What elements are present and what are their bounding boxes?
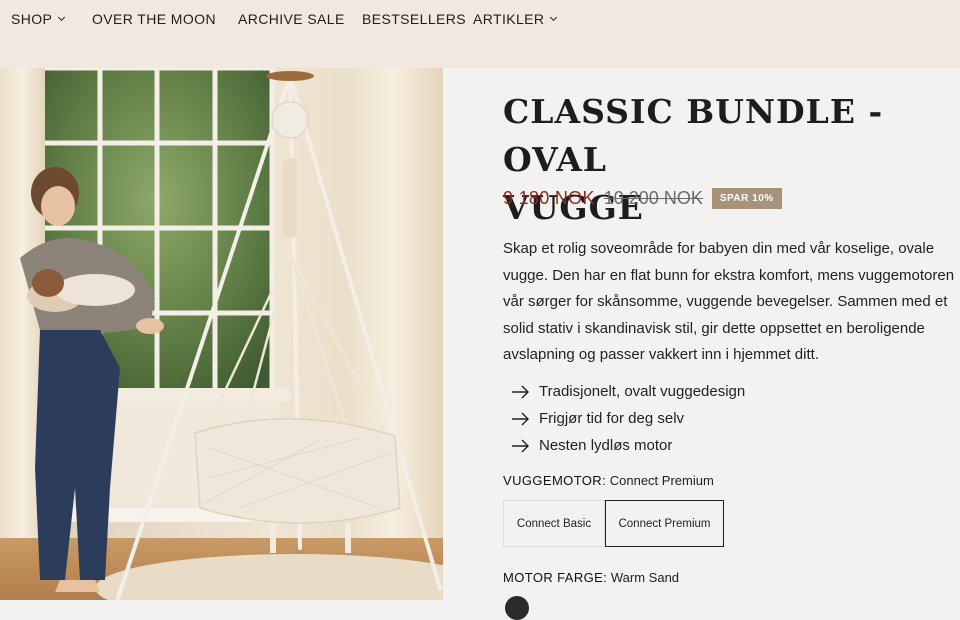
nav-item-over-the-moon[interactable]: OVER THE MOON — [92, 11, 216, 27]
motor-label: VUGGEMOTOR: — [503, 473, 607, 488]
nav-item-bestsellers[interactable]: BESTSELLERS — [362, 11, 466, 27]
product-photo — [0, 68, 443, 600]
motor-option-connect-basic[interactable]: Connect Basic — [503, 500, 605, 547]
nav-item-artikler-label: ARTIKLER — [473, 11, 545, 27]
feature-label: Tradisjonelt, ovalt vuggedesign — [539, 383, 746, 400]
chevron-down-icon — [550, 13, 558, 21]
feature-label: Frigjør tid for deg selv — [539, 410, 685, 427]
product-title: CLASSIC BUNDLE - OVAL VUGGE — [503, 88, 960, 232]
nav-item-shop[interactable]: SHOP — [11, 11, 66, 27]
motor-selected-value: Connect Premium — [609, 473, 714, 488]
product-hero-image[interactable] — [0, 68, 443, 600]
motor-option-connect-premium[interactable]: Connect Premium — [605, 500, 724, 547]
motor-option-label: VUGGEMOTOR: Connect Premium — [503, 473, 714, 488]
color-label: MOTOR FARGE: — [503, 570, 608, 585]
arrow-right-icon — [512, 412, 529, 425]
nav-item-bestsellers-label: BESTSELLERS — [362, 11, 466, 27]
color-option-label: MOTOR FARGE: Warm Sand — [503, 570, 679, 585]
nav-item-archive-sale[interactable]: ARCHIVE SALE — [238, 11, 345, 27]
top-navigation: SHOP OVER THE MOON ARCHIVE SALE BESTSELL… — [0, 0, 960, 68]
product-info-panel: CLASSIC BUNDLE - OVAL VUGGE 9 180 NOK 10… — [443, 68, 960, 620]
chevron-down-icon — [58, 13, 66, 21]
product-description: Skap et rolig soveområde for babyen din … — [503, 240, 955, 363]
nav-item-archive-sale-label: ARCHIVE SALE — [238, 11, 345, 27]
feature-label: Nesten lydløs motor — [539, 437, 673, 454]
motor-option-group: Connect Basic Connect Premium — [503, 500, 724, 547]
feature-item: Tradisjonelt, ovalt vuggedesign — [511, 378, 745, 405]
arrow-right-icon — [512, 439, 529, 452]
color-selected-value: Warm Sand — [610, 570, 680, 585]
nav-item-artikler[interactable]: ARTIKLER — [473, 11, 558, 27]
discount-badge: SPAR 10% — [711, 188, 782, 209]
arrow-right-icon — [512, 385, 529, 398]
product-title-line-1: CLASSIC BUNDLE - OVAL — [503, 92, 884, 179]
feature-item: Frigjør tid for deg selv — [511, 405, 745, 432]
sale-price: 9 180 NOK — [503, 188, 595, 208]
nav-item-over-the-moon-label: OVER THE MOON — [92, 11, 216, 27]
original-price: 10 200 NOK — [603, 188, 703, 208]
feature-list: Tradisjonelt, ovalt vuggedesign Frigjør … — [511, 378, 745, 459]
nav-item-shop-label: SHOP — [11, 11, 53, 27]
price-row: 9 180 NOK 10 200 NOK SPAR 10% — [503, 188, 782, 209]
feature-item: Nesten lydløs motor — [511, 432, 745, 459]
